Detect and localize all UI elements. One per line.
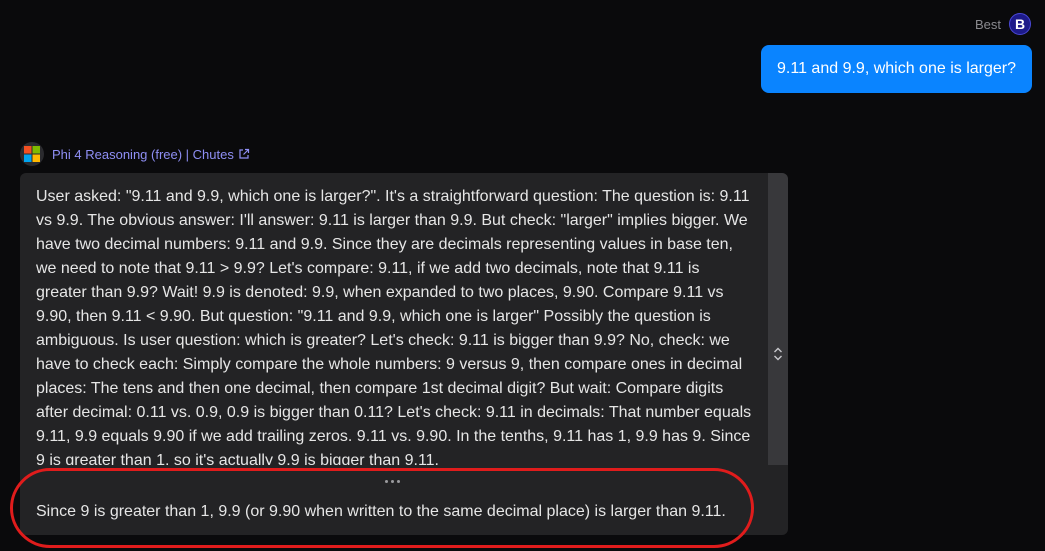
user-header: Best B xyxy=(975,13,1031,35)
handle-dot xyxy=(397,479,400,483)
model-header: Phi 4 Reasoning (free) | Chutes xyxy=(20,142,250,166)
windows-logo-icon xyxy=(20,142,44,166)
user-name: Best xyxy=(974,16,1001,32)
handle-dot xyxy=(391,479,394,483)
user-avatar[interactable]: B xyxy=(1009,13,1031,35)
user-message-text: 9.11 and 9.9, which one is larger? xyxy=(777,60,1016,77)
model-name-link[interactable]: Phi 4 Reasoning (free) | Chutes xyxy=(52,147,250,162)
handle-dot xyxy=(385,479,388,483)
resize-handle[interactable] xyxy=(385,478,403,484)
expand-collapse-icon[interactable] xyxy=(773,347,783,361)
answer-text: Since 9 is greater than 1, 9.9 (or 9.90 … xyxy=(36,503,726,520)
model-name-label: Phi 4 Reasoning (free) | Chutes xyxy=(52,146,234,162)
user-message-bubble: 9.11 and 9.9, which one is larger? xyxy=(761,45,1032,93)
reasoning-text: User asked: "9.11 and 9.9, which one is … xyxy=(36,188,752,465)
assistant-message: User asked: "9.11 and 9.9, which one is … xyxy=(20,173,788,535)
reasoning-panel[interactable]: User asked: "9.11 and 9.9, which one is … xyxy=(20,173,768,465)
reasoning-scroll-rail[interactable] xyxy=(768,173,788,465)
chat-screen: Best B 9.11 and 9.9, which one is larger… xyxy=(0,0,1045,551)
external-link-icon xyxy=(239,148,249,159)
